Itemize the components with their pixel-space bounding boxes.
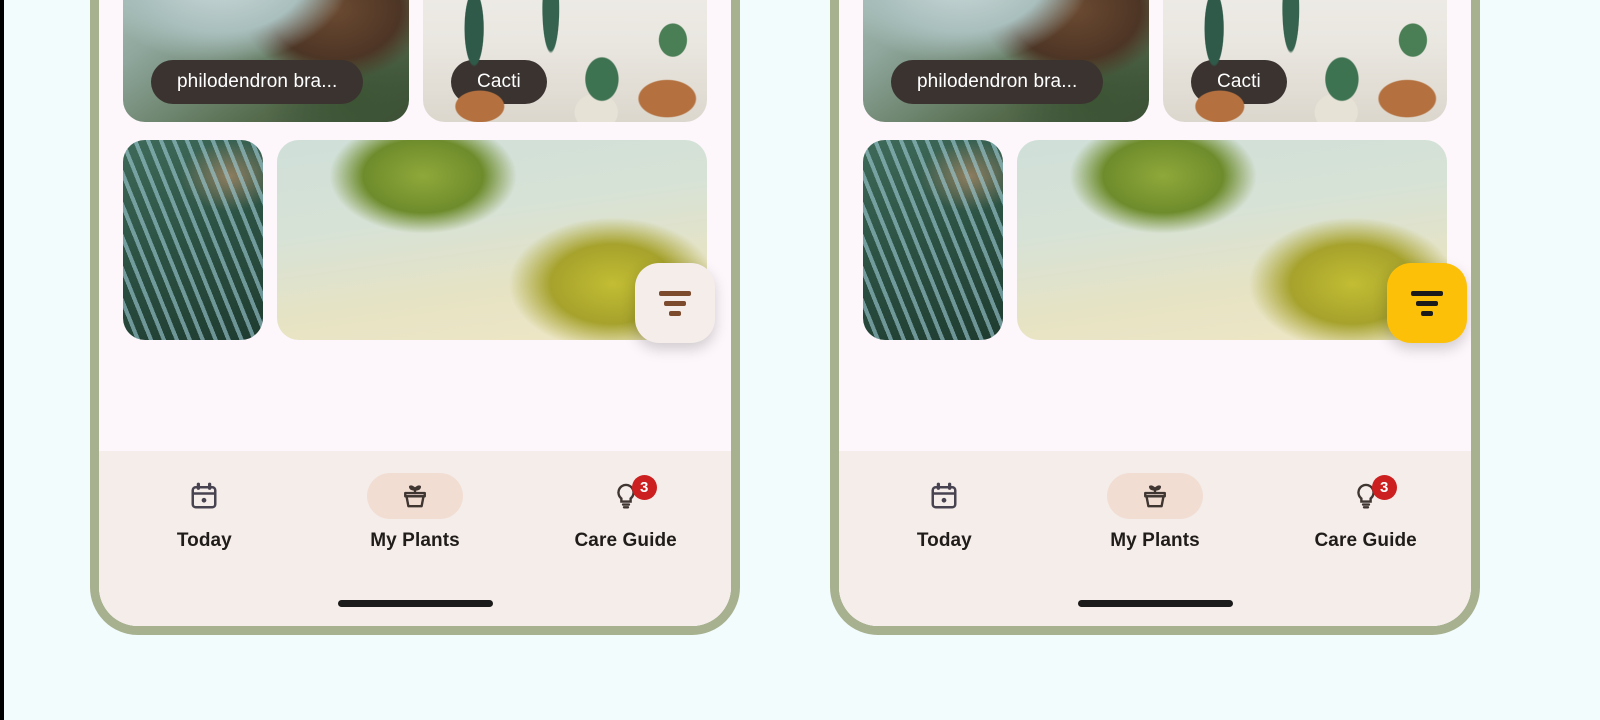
- notification-badge: 3: [631, 475, 657, 500]
- bottom-navigation-bar: Today My Plants 3 Care Guide: [839, 451, 1471, 626]
- nav-icon-wrap: 3: [1318, 473, 1414, 519]
- plant-pot-icon: [1144, 485, 1166, 508]
- home-indicator: [99, 580, 731, 626]
- home-indicator: [839, 580, 1471, 626]
- plant-card-philodendron-brasil[interactable]: philodendron bra...: [123, 0, 409, 122]
- grid-row: philodendron bra... Cacti: [863, 0, 1447, 122]
- nav-icon-wrap: [367, 473, 463, 519]
- plant-card-dracaena[interactable]: [863, 140, 1003, 340]
- plant-name-pill: Cacti: [451, 60, 547, 104]
- calendar-icon: [191, 482, 217, 509]
- nav-items: Today My Plants 3 Care Guide: [99, 451, 731, 580]
- app-screen-right: monstera siltepecana philodendron bra...…: [839, 0, 1471, 626]
- nav-icon-wrap: [1107, 473, 1203, 519]
- nav-item-my-plants[interactable]: My Plants: [1050, 473, 1261, 552]
- nav-item-care-guide[interactable]: 3 Care Guide: [520, 473, 731, 552]
- plant-name-pill: philodendron bra...: [891, 60, 1104, 104]
- grid-row: [123, 140, 707, 340]
- bottom-navigation-bar: Today My Plants 3 Care Guide: [99, 451, 731, 626]
- plant-card-cacti[interactable]: Cacti: [1163, 0, 1447, 122]
- phone-mockup-left: monstera siltepecana philodendron bra...…: [90, 0, 740, 635]
- plant-pot-icon: [404, 485, 426, 508]
- notification-badge: 3: [1371, 475, 1397, 500]
- calendar-icon: [931, 482, 957, 509]
- plant-card-dracaena[interactable]: [123, 140, 263, 340]
- plant-card-maidenhair-fern[interactable]: [1017, 140, 1447, 340]
- filter-fab-button[interactable]: [635, 263, 715, 343]
- nav-label: Today: [916, 530, 972, 551]
- nav-item-today[interactable]: Today: [99, 473, 310, 552]
- nav-icon-wrap: [896, 473, 992, 519]
- filter-fab-button[interactable]: [1387, 263, 1467, 343]
- nav-item-care-guide[interactable]: 3 Care Guide: [1260, 473, 1471, 552]
- grid-row: [863, 140, 1447, 340]
- plant-card-cacti[interactable]: Cacti: [423, 0, 707, 122]
- nav-label: Care Guide: [574, 530, 677, 551]
- nav-icon-wrap: 3: [578, 473, 674, 519]
- filter-icon: [659, 290, 691, 316]
- plant-card-philodendron-brasil[interactable]: philodendron bra...: [863, 0, 1149, 122]
- nav-item-my-plants[interactable]: My Plants: [310, 473, 521, 552]
- plant-name-pill: philodendron bra...: [151, 60, 364, 104]
- nav-item-today[interactable]: Today: [839, 473, 1050, 552]
- phone-mockup-right: monstera siltepecana philodendron bra...…: [830, 0, 1480, 635]
- nav-label: My Plants: [370, 530, 460, 551]
- plant-name-pill: Cacti: [1191, 60, 1287, 104]
- app-screen-left: monstera siltepecana philodendron bra...…: [99, 0, 731, 626]
- filter-icon: [1411, 290, 1443, 316]
- canvas-edge-strip: [0, 0, 4, 720]
- nav-icon-wrap: [156, 473, 252, 519]
- plant-grid-right: monstera siltepecana philodendron bra...…: [839, 0, 1471, 358]
- nav-label: Today: [176, 530, 232, 551]
- grid-row: philodendron bra... Cacti: [123, 0, 707, 122]
- nav-items: Today My Plants 3 Care Guide: [839, 451, 1471, 580]
- nav-label: Care Guide: [1314, 530, 1417, 551]
- nav-label: My Plants: [1110, 530, 1200, 551]
